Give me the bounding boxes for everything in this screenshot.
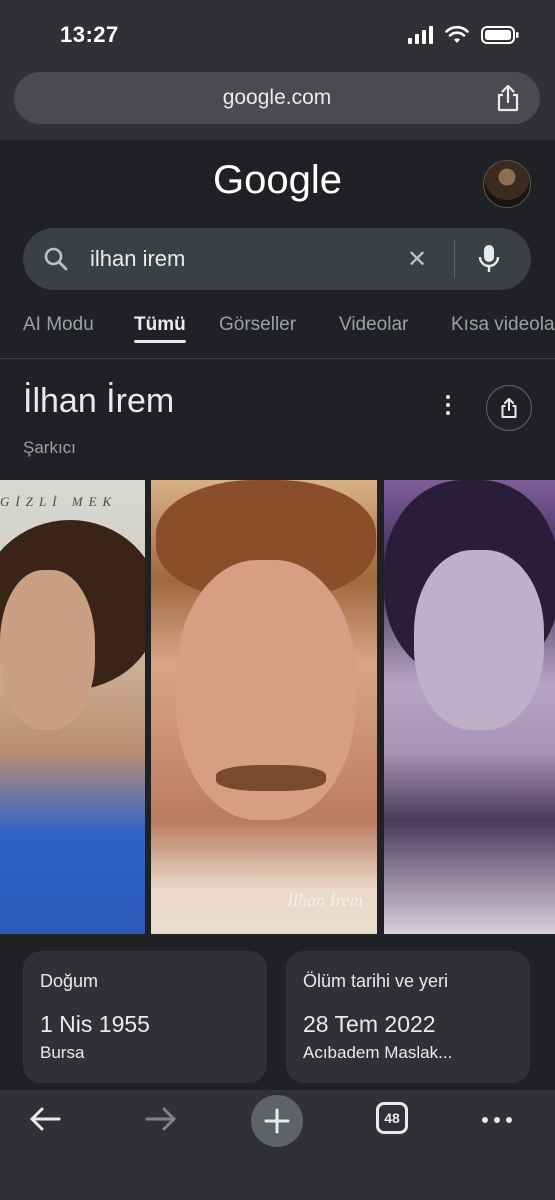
search-tabs: AI Modu Tümü Görseller Videolar Kısa vid…	[0, 300, 555, 359]
browser-toolbar: google.com	[0, 60, 555, 140]
share-button[interactable]	[486, 385, 532, 431]
death-place: Acıbadem Maslak...	[303, 1043, 453, 1062]
wifi-icon	[445, 26, 469, 43]
tab-ai-mode[interactable]: AI Modu	[23, 314, 94, 336]
plus-icon	[264, 1108, 290, 1134]
birth-place: Bursa	[40, 1043, 85, 1062]
status-time: 13:27	[60, 22, 119, 47]
more-vert-icon[interactable]	[446, 395, 450, 415]
entity-photo-3[interactable]	[384, 480, 555, 934]
death-label: Ölüm tarihi ve yeri	[303, 971, 449, 991]
signal-icon	[408, 26, 433, 44]
tab-short-videos[interactable]: Kısa videola	[451, 314, 555, 336]
search-icon	[44, 247, 68, 271]
birth-date: 1 Nis 1955	[40, 1011, 150, 1037]
photo-signature: İlhan İrem	[287, 890, 363, 910]
share-icon[interactable]	[494, 83, 522, 113]
image-carousel: GİZLİ MEK İlhan İrem	[0, 480, 555, 934]
tab-all[interactable]: Tümü	[134, 314, 186, 336]
avatar[interactable]	[483, 160, 531, 208]
birth-label: Doğum	[40, 971, 99, 991]
back-arrow-icon[interactable]	[28, 1104, 62, 1134]
death-date: 28 Tem 2022	[303, 1011, 436, 1037]
google-logo[interactable]: Google	[0, 158, 555, 203]
address-bar[interactable]: google.com	[14, 72, 540, 124]
new-tab-button[interactable]	[251, 1095, 303, 1147]
page-content: Google ilhan irem ✕ AI Modu Tümü Görsell…	[0, 140, 555, 1090]
status-icons	[408, 26, 519, 44]
info-cards: Doğum 1 Nis 1955 Bursa Ölüm tarihi ve ye…	[23, 951, 533, 1083]
url-text[interactable]: google.com	[14, 86, 540, 110]
more-horiz-icon[interactable]	[482, 1117, 512, 1123]
mic-icon[interactable]	[478, 244, 500, 274]
tab-videos[interactable]: Videolar	[339, 314, 408, 336]
tab-images[interactable]: Görseller	[219, 314, 296, 336]
share-icon	[501, 398, 517, 418]
search-input[interactable]: ilhan irem	[90, 246, 185, 272]
tabs-icon[interactable]: 48	[376, 1102, 408, 1134]
birth-card[interactable]: Doğum 1 Nis 1955 Bursa	[23, 951, 267, 1083]
active-tab-indicator	[134, 340, 186, 343]
entity-photo-2[interactable]: İlhan İrem	[151, 480, 377, 934]
bottom-toolbar: 48	[0, 1090, 555, 1200]
death-card[interactable]: Ölüm tarihi ve yeri 28 Tem 2022 Acıbadem…	[286, 951, 530, 1083]
forward-arrow-icon[interactable]	[144, 1104, 178, 1134]
entity-subtitle: Şarkıcı	[23, 438, 76, 457]
search-divider	[454, 240, 455, 278]
photo-caption: GİZLİ MEK	[0, 494, 118, 509]
entity-photo-1[interactable]: GİZLİ MEK	[0, 480, 145, 934]
close-icon[interactable]: ✕	[407, 245, 427, 274]
entity-title: İlhan İrem	[23, 382, 175, 420]
search-box[interactable]: ilhan irem ✕	[23, 228, 531, 290]
battery-icon	[481, 26, 519, 44]
